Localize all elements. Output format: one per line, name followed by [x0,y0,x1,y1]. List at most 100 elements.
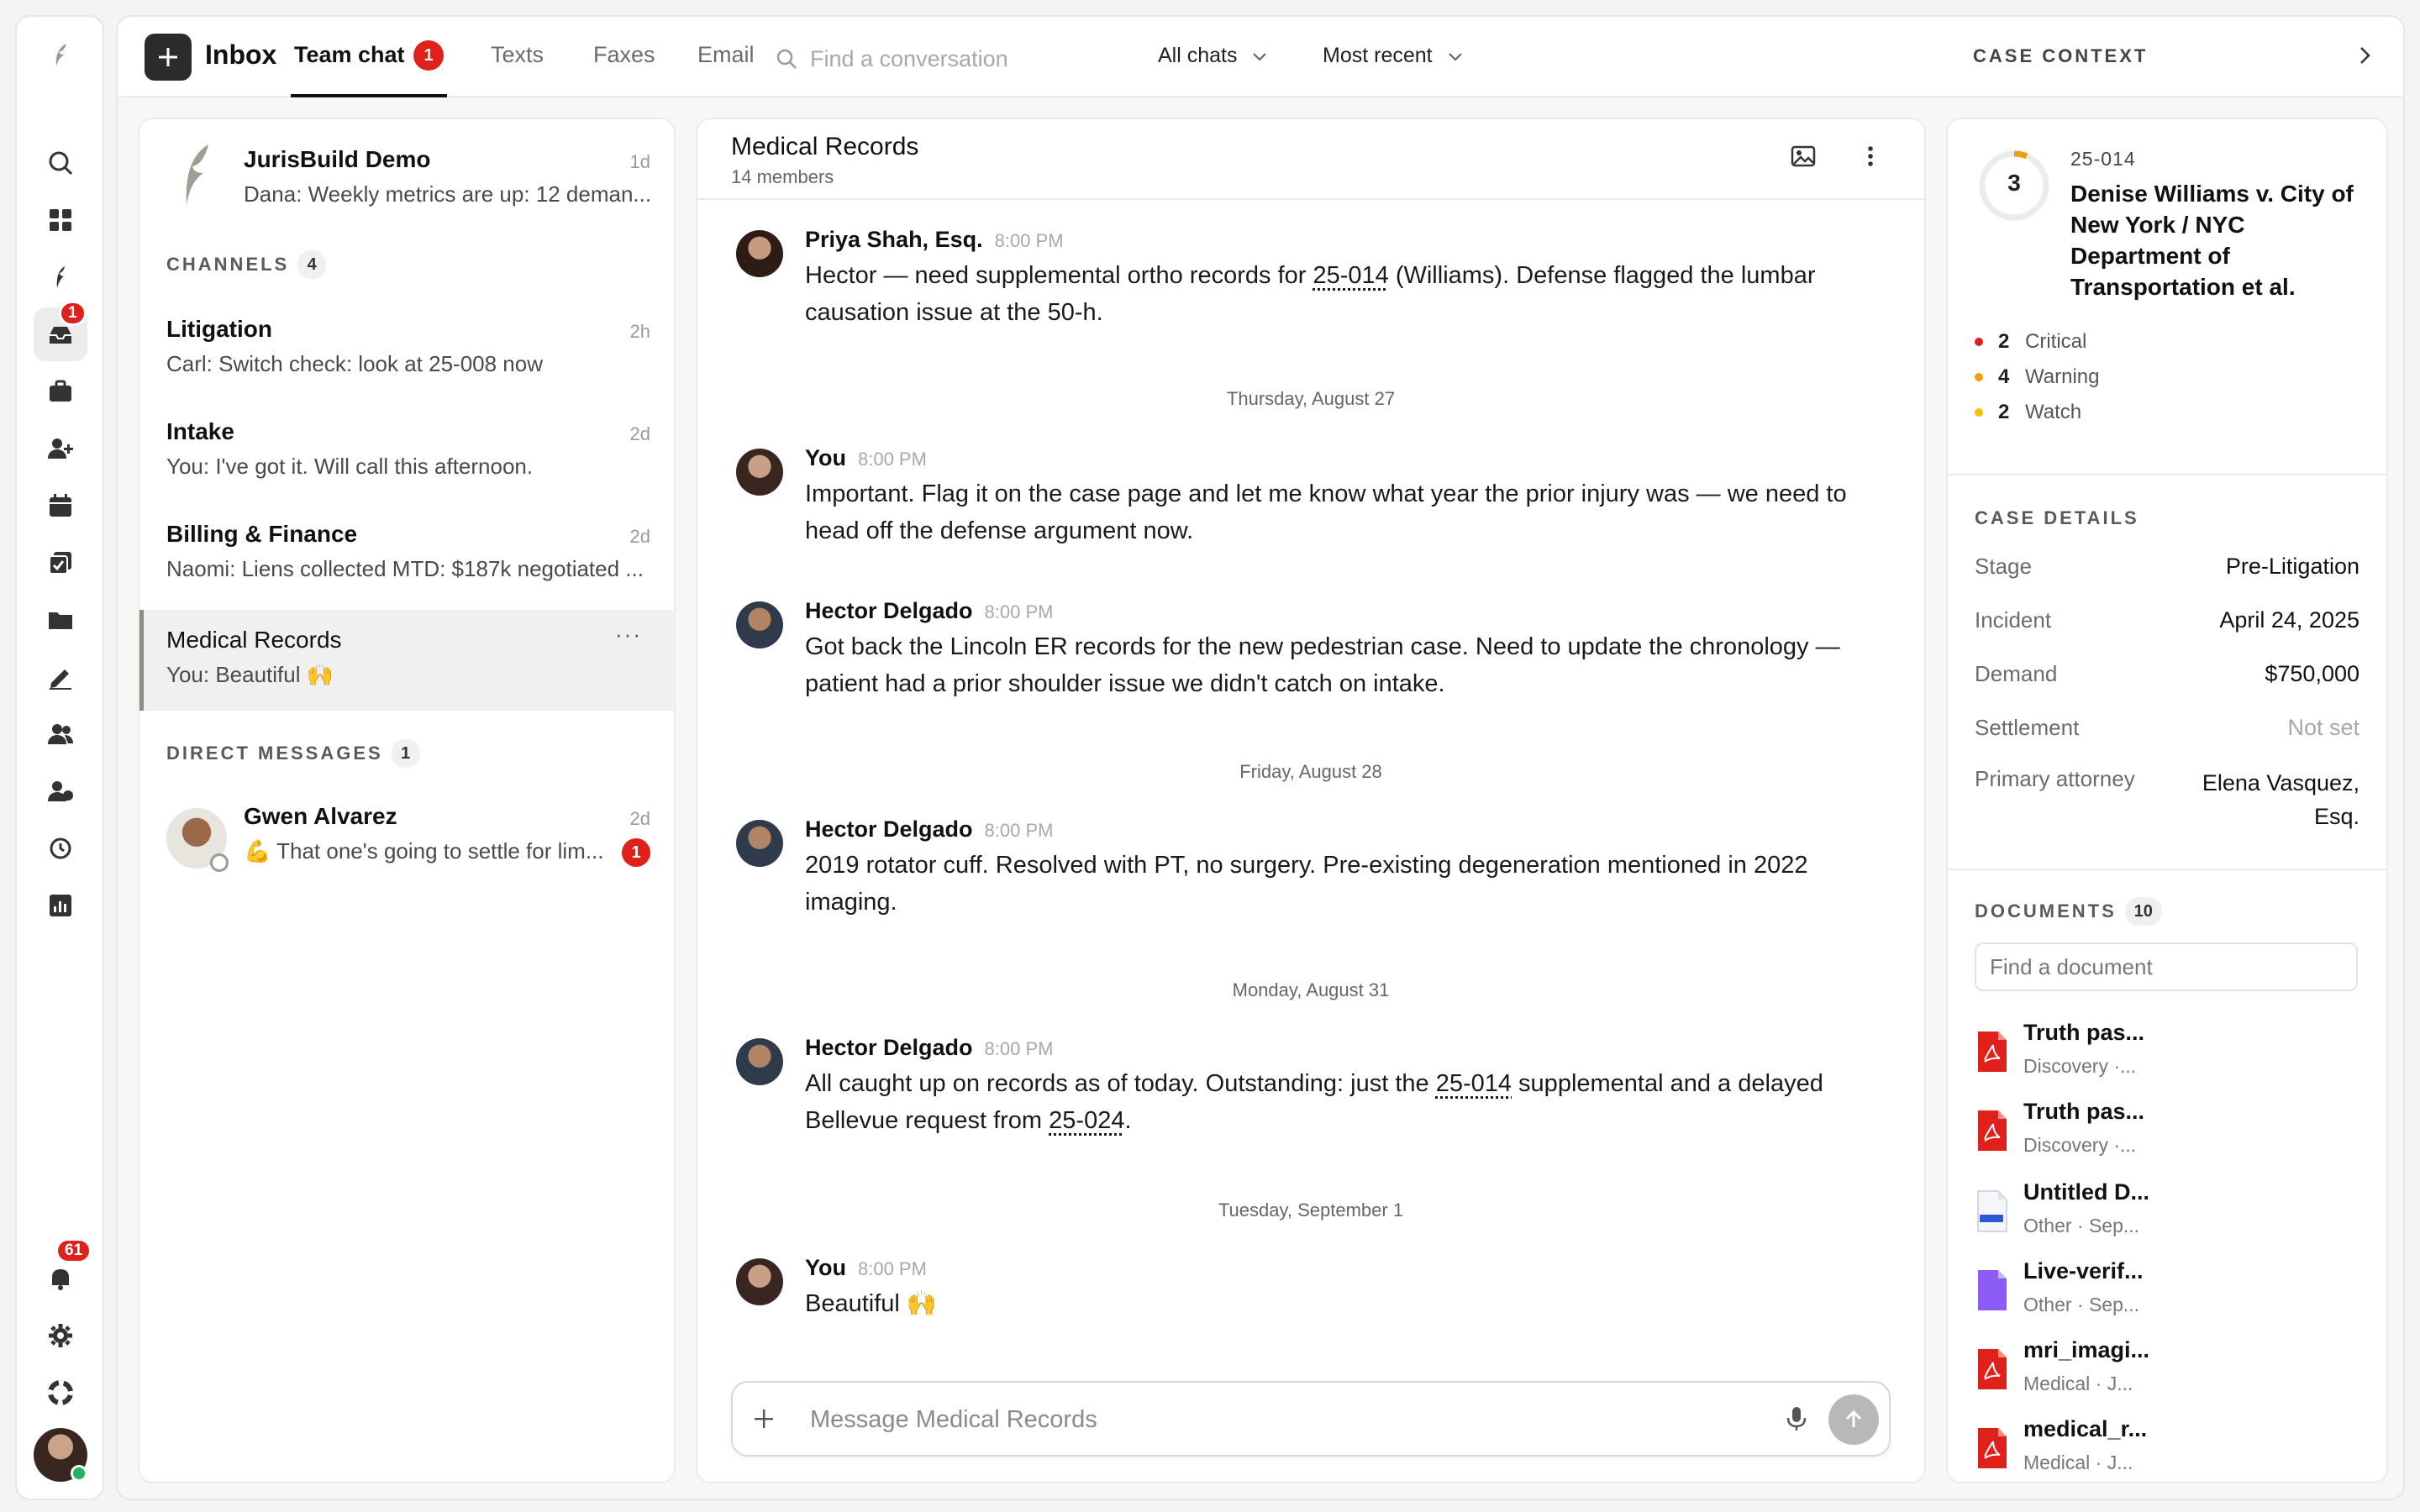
detail-row-incident: Incident April 24, 2025 [1975,593,2360,647]
document-item[interactable]: mri_imagi... Medical · J... [1975,1332,2358,1410]
case-title-line: Denise Williams v. City of [2070,181,2354,207]
chevron-right-icon [2360,47,2370,64]
team-nav[interactable] [34,707,87,761]
alert-count: 4 [1998,365,2010,388]
notifications-nav[interactable]: 61 [34,1238,92,1305]
user-add-icon [48,781,73,801]
tasks-nav[interactable] [34,536,87,590]
message-author: You [805,1255,846,1280]
message-body: Beautiful 🙌 [805,1285,1889,1322]
document-item[interactable]: Live-verif... Other · Sep... [1975,1253,2358,1331]
case-ring-number: 3 [2007,170,2021,196]
channel-preview: You: Beautiful 🙌 [166,662,334,687]
dm-item-gwen-alvarez[interactable]: Gwen Alvarez 2d 💪 That one's going to se… [139,788,674,889]
new-conversation-button[interactable] [145,34,192,81]
chat-filter-dropdown[interactable]: All chats [1158,44,1269,68]
document-meta: Other · Sep... [2023,1294,2140,1315]
alert-count: 2 [1998,401,2010,423]
message-author: Priya Shah, Esq. [805,227,983,252]
author-avatar [736,449,783,496]
inbox-nav[interactable]: 1 [34,301,87,361]
lifebuoy-icon [48,1380,73,1405]
alert-label: Warning [2025,365,2100,388]
chat-more-button[interactable] [1857,143,1884,176]
dm-unread-badge: 1 [622,838,650,867]
user-avatar[interactable] [34,1428,87,1482]
media-gallery-button[interactable] [1790,143,1817,176]
message-input[interactable]: Message Medical Records [810,1406,1097,1434]
dashboard-nav[interactable] [34,193,87,247]
calendar-nav[interactable] [34,479,87,533]
pdf-file-icon [1978,1110,2007,1151]
case-title[interactable]: Denise Williams v. City of New York / NY… [2070,178,2373,302]
document-search-input[interactable]: Find a document [1975,942,2358,991]
channel-item-medical-records[interactable]: Medical Records ··· You: Beautiful 🙌 [139,610,674,711]
chat-header: Medical Records 14 members [697,119,1924,200]
file-icon [1978,1270,2007,1310]
pdf-file-icon [1978,1032,2007,1072]
message-text: Important. Flag it on the case page and … [805,480,1847,507]
documents-count: 10 [2124,897,2162,926]
chat-title: Medical Records [731,133,919,160]
attach-button[interactable] [751,1406,776,1437]
referrals-nav[interactable] [34,764,87,818]
channel-time: 2d [629,423,650,444]
quill-logo-icon [186,144,208,205]
conversation-time: 1d [629,151,650,172]
case-progress-ring: 3 [1978,150,2050,222]
tab-team-chat[interactable]: Team chat 1 [294,40,444,71]
history-nav[interactable] [34,822,87,875]
alert-watch[interactable]: 2 Watch [1975,395,2361,430]
send-button[interactable] [1828,1394,1879,1445]
conversation-list: JurisBuild Demo 1d Dana: Weekly metrics … [138,118,676,1483]
message-text: patient had a prior shoulder issue we di… [805,670,1445,697]
settings-nav[interactable] [34,1309,87,1362]
document-item[interactable]: Untitled D... Other · Sep... [1975,1174,2358,1252]
message-text: Beautiful 🙌 [805,1290,938,1317]
document-name: Truth pas... [2023,1099,2145,1124]
document-item[interactable]: Truth pas... Discovery ·... [1975,1015,2358,1092]
alert-warning[interactable]: 4 Warning [1975,360,2361,395]
conversation-item-jurisbuild[interactable]: JurisBuild Demo 1d Dana: Weekly metrics … [139,119,674,222]
files-nav[interactable] [34,593,87,647]
grid-icon [50,209,71,231]
date-divider: Friday, August 28 [1239,761,1382,782]
case-link[interactable]: 25-014 [1436,1070,1512,1097]
channels-count: 4 [297,250,327,279]
tab-faxes[interactable]: Faxes [593,42,655,68]
ai-assistant-nav[interactable] [34,250,87,304]
cases-nav[interactable] [34,365,87,418]
case-context-toggle[interactable] [2353,44,2376,73]
document-name: medical_r... [2023,1416,2148,1441]
channel-item-litigation[interactable]: Litigation 2h Carl: Switch check: look a… [139,302,674,403]
case-link[interactable]: 25-024 [1049,1107,1124,1134]
arrow-up-icon [1845,1410,1862,1427]
tab-email[interactable]: Email [697,42,755,68]
alert-count: 2 [1998,330,2010,353]
message-time: 8:00 PM [858,449,927,470]
tab-texts[interactable]: Texts [491,42,544,68]
channel-item-billing[interactable]: Billing & Finance 2d Naomi: Liens collec… [139,507,674,608]
conversation-search[interactable]: Find a conversation [775,42,1111,76]
case-link[interactable]: 25-014 [1313,262,1388,289]
sort-dropdown[interactable]: Most recent [1323,44,1465,68]
dm-title: Gwen Alvarez [244,803,397,829]
tasks-icon [49,552,71,575]
direct-messages-header: DIRECT MESSAGES 1 [166,739,420,768]
document-item[interactable]: medical_r... Medical · J... [1975,1411,2358,1480]
help-nav[interactable] [34,1366,87,1420]
detail-label: Stage [1975,553,2032,579]
message-text: causation issue at the 50-h. [805,299,1103,326]
alert-critical[interactable]: 2 Critical [1975,324,2361,360]
signatures-nav[interactable] [34,650,87,704]
channel-item-intake[interactable]: Intake 2d You: I've got it. Will call th… [139,405,674,506]
app-logo[interactable] [34,29,87,82]
document-item[interactable]: Truth pas... Discovery ·... [1975,1094,2358,1171]
case-number: 25-014 [2070,148,2136,170]
reports-nav[interactable] [34,879,87,932]
search-nav[interactable] [34,136,87,190]
voice-button[interactable] [1783,1404,1810,1439]
channel-more-button[interactable]: ··· [615,622,642,648]
add-contact-nav[interactable] [34,422,87,475]
chat-members-count[interactable]: 14 members [731,166,834,188]
